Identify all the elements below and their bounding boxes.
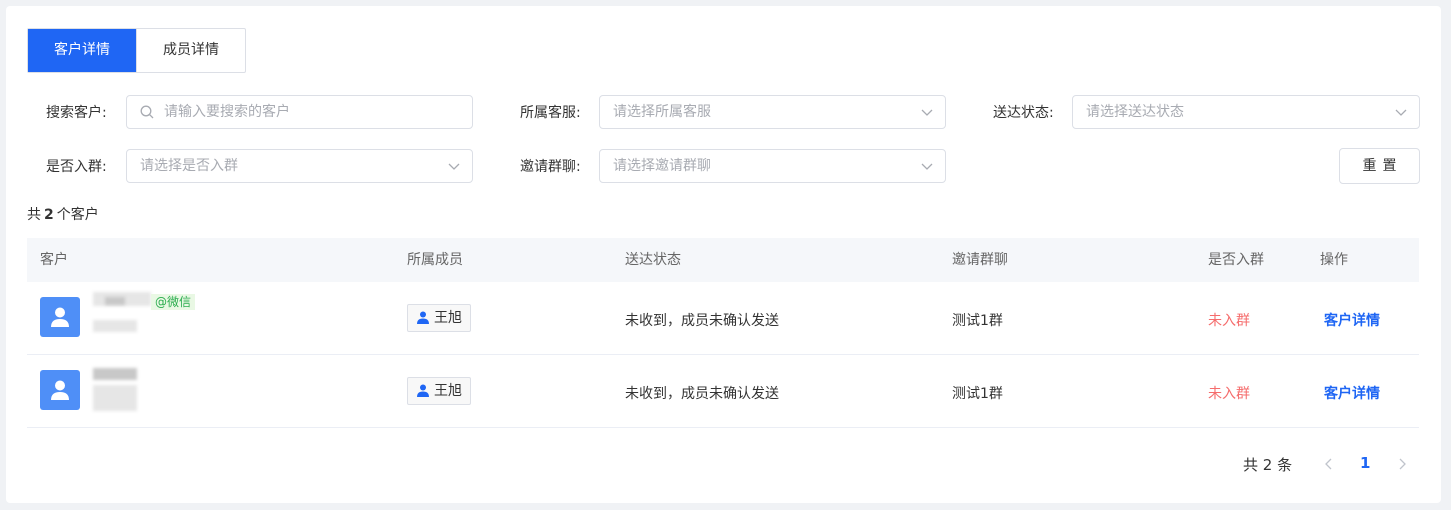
chevron-down-icon xyxy=(1395,109,1407,116)
user-icon xyxy=(417,384,429,397)
main-card: 客户详情 成员详情 搜索客户: 请输入要搜索的客户 所属客服: 请选择所属客服 … xyxy=(6,6,1441,503)
joined-group-select[interactable]: 请选择是否入群 xyxy=(126,149,473,183)
redacted-name-detail xyxy=(105,297,125,305)
tab-customer-details[interactable]: 客户详情 xyxy=(28,29,136,72)
pagination-page-1[interactable]: 1 xyxy=(1360,454,1370,472)
customer-details-link[interactable]: 客户详情 xyxy=(1324,310,1380,330)
invite-group: 测试1群 xyxy=(952,386,1003,402)
delivery-status-select[interactable]: 请选择送达状态 xyxy=(1072,95,1420,129)
column-header-customer: 客户 xyxy=(40,252,68,268)
member-name: 王旭 xyxy=(434,310,462,326)
chevron-left-icon[interactable] xyxy=(1323,458,1335,470)
column-header-joined: 是否入群 xyxy=(1208,252,1264,268)
joined-status: 未入群 xyxy=(1208,313,1250,329)
avatar-person-icon xyxy=(51,307,69,327)
service-staff-select[interactable]: 请选择所属客服 xyxy=(599,95,946,129)
tab-member-details[interactable]: 成员详情 xyxy=(136,29,245,72)
table-row: @微信 王旭 未收到，成员未确认发送 测试1群 未入群 客户详情 xyxy=(27,282,1419,355)
customer-table: 客户 所属成员 送达状态 邀请群聊 是否入群 操作 @微信 王旭 未收到，成员未… xyxy=(27,238,1419,428)
search-customer-input[interactable]: 请输入要搜索的客户 xyxy=(126,95,473,129)
customer-details-link[interactable]: 客户详情 xyxy=(1324,383,1380,403)
column-header-status: 送达状态 xyxy=(625,252,681,268)
reset-button[interactable]: 重置 xyxy=(1339,148,1420,184)
service-staff-placeholder: 请选择所属客服 xyxy=(613,104,711,120)
invite-group-placeholder: 请选择邀请群聊 xyxy=(613,158,711,174)
avatar xyxy=(40,297,80,337)
search-customer-placeholder: 请输入要搜索的客户 xyxy=(164,104,290,120)
pagination-total: 共 2 条 xyxy=(1243,456,1293,474)
column-header-group: 邀请群聊 xyxy=(952,252,1008,268)
delivery-status: 未收到，成员未确认发送 xyxy=(625,386,779,402)
wechat-tag: @微信 xyxy=(151,294,196,310)
delivery-status-label: 送达状态: xyxy=(993,105,1054,121)
count-suffix: 个客户 xyxy=(56,207,99,223)
redacted-subtext xyxy=(93,385,137,411)
tab-bar: 客户详情 成员详情 xyxy=(27,28,246,73)
column-header-member: 所属成员 xyxy=(407,252,463,268)
column-header-action: 操作 xyxy=(1320,252,1348,268)
customer-count: 共 2 个客户 xyxy=(27,204,99,224)
count-number: 2 xyxy=(44,207,54,223)
avatar xyxy=(40,370,80,410)
table-row: 王旭 未收到，成员未确认发送 测试1群 未入群 客户详情 xyxy=(27,355,1419,428)
member-tag: 王旭 xyxy=(407,304,471,332)
count-prefix: 共 xyxy=(27,207,41,223)
chevron-down-icon xyxy=(921,163,933,170)
user-icon xyxy=(417,311,429,324)
invite-group: 测试1群 xyxy=(952,313,1003,329)
redacted-name xyxy=(93,368,137,380)
delivery-status: 未收到，成员未确认发送 xyxy=(625,313,779,329)
delivery-status-placeholder: 请选择送达状态 xyxy=(1086,104,1184,120)
joined-group-label: 是否入群: xyxy=(46,159,107,175)
member-name: 王旭 xyxy=(434,383,462,399)
chevron-down-icon xyxy=(921,109,933,116)
table-header: 客户 所属成员 送达状态 邀请群聊 是否入群 操作 xyxy=(27,238,1419,282)
service-staff-label: 所属客服: xyxy=(520,105,581,121)
member-tag: 王旭 xyxy=(407,377,471,405)
avatar-person-icon xyxy=(51,380,69,400)
joined-status: 未入群 xyxy=(1208,386,1250,402)
search-customer-label: 搜索客户: xyxy=(46,105,107,121)
chevron-right-icon[interactable] xyxy=(1396,458,1408,470)
search-icon xyxy=(140,105,154,119)
joined-group-placeholder: 请选择是否入群 xyxy=(140,158,238,174)
invite-group-label: 邀请群聊: xyxy=(520,159,581,175)
redacted-subtext xyxy=(93,320,137,332)
invite-group-select[interactable]: 请选择邀请群聊 xyxy=(599,149,946,183)
chevron-down-icon xyxy=(448,163,460,170)
